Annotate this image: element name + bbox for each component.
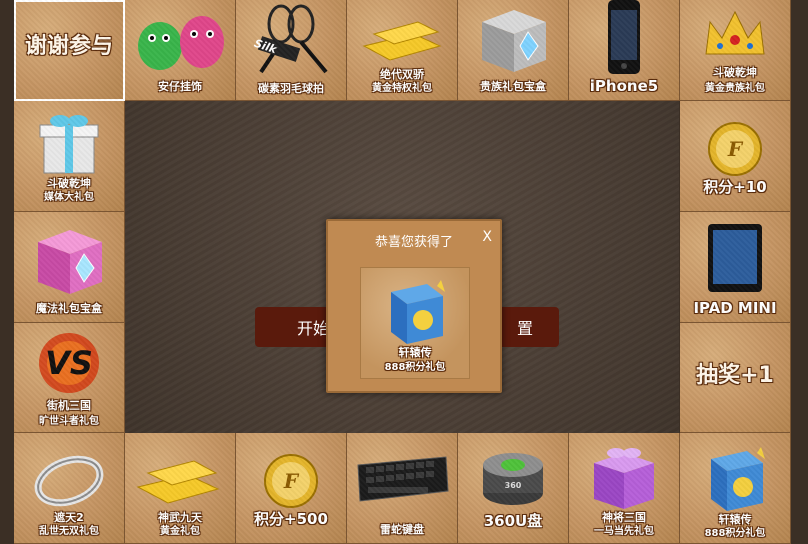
prize-result-dialog: 恭喜您获得了 X 轩辕传 888积分礼包 <box>326 219 502 393</box>
prize-cell-magic-gift-box[interactable]: 魔法礼包宝盒 <box>14 212 125 323</box>
prize-label-line2: 888积分礼包 <box>704 528 766 539</box>
plush-toys-icon <box>130 4 230 74</box>
prize-cell-iphone5[interactable]: iPhone5 <box>569 0 680 101</box>
prize-label: iPhone5 <box>589 77 659 95</box>
prize-label-line1: 街机三国 <box>47 399 91 412</box>
xuanyuan-box-icon <box>377 274 453 346</box>
keyboard-icon <box>354 451 450 507</box>
prize-cell-doupo-media-pack[interactable]: 斗破乾坤 媒体大礼包 <box>14 101 125 212</box>
prize-label: 抽奖+1 <box>696 363 774 388</box>
prize-label-line1: 轩辕传 <box>718 513 752 526</box>
prize-cell-arcade-three-kingdoms[interactable]: VS 街机三国 旷世斗者礼包 <box>14 323 125 433</box>
xuanyuan-box-icon <box>697 441 773 513</box>
prize-cell-razer-keyboard[interactable]: 雷蛇键盘 <box>347 433 458 544</box>
prize-cell-ipad-mini[interactable]: IPAD MINI <box>680 212 791 323</box>
prize-label-line1: 神将三国 <box>602 511 646 524</box>
vs-text: VS <box>45 344 93 382</box>
vs-emblem-icon: VS <box>34 327 104 399</box>
crown-icon <box>700 4 770 62</box>
prize-cell-doupo-gold-pack[interactable]: 斗破乾坤 黄金贵族礼包 <box>680 0 791 101</box>
dialog-title: 恭喜您获得了 <box>374 235 453 250</box>
prize-label: 魔法礼包宝盒 <box>36 302 102 315</box>
prize-cell-noble-gift-box[interactable]: 贵族礼包宝盒 <box>458 0 569 101</box>
silver-bracelet-icon <box>29 443 109 513</box>
prize-label-line1: 神武九天 <box>158 511 202 524</box>
usb-brand-text: 360 <box>504 481 522 490</box>
prize-cell-anzai-charm[interactable]: 安仔挂饰 <box>125 0 236 101</box>
prize-label-line1: 斗破乾坤 <box>713 66 757 79</box>
prize-cell-zhetian2[interactable]: 遮天2 乱世无双礼包 <box>14 433 125 544</box>
prize-label: IPAD MINI <box>693 299 777 317</box>
gold-bars-icon <box>354 6 450 66</box>
iphone-icon <box>604 0 644 76</box>
coin-letter: F <box>727 137 743 161</box>
prize-cell-badminton-racket[interactable]: Silk 碳素羽毛球拍 <box>236 0 347 101</box>
prize-cell-gold-privilege-pack[interactable]: 绝代双骄 黄金特权礼包 <box>347 0 458 101</box>
prize-cell-shenwu-gold-pack[interactable]: 神武九天 黄金礼包 <box>125 433 236 544</box>
prize-cell-points-500[interactable]: F 积分+500 <box>236 433 347 544</box>
prize-cell-draw-plus-1[interactable]: 抽奖+1 <box>680 323 791 433</box>
prize-label: 安仔挂饰 <box>158 80 202 93</box>
lottery-board: 谢谢参与 安仔挂饰 Silk 碳素羽毛球拍 绝代双骄 黄金特权礼包 贵族礼包宝盒… <box>0 0 808 544</box>
prize-label: 积分+10 <box>703 178 767 196</box>
prize-label: 360U盘 <box>483 512 543 530</box>
pink-gift-box-icon <box>24 220 114 300</box>
coin-letter: F <box>283 469 299 493</box>
gold-coin-icon: F <box>263 453 319 509</box>
prize-label-line2: 黄金贵族礼包 <box>705 83 765 94</box>
ipad-icon <box>706 222 764 294</box>
prize-label: 贵族礼包宝盒 <box>480 80 546 93</box>
gold-coin-icon: F <box>707 121 763 177</box>
silver-gift-box-icon <box>468 2 558 76</box>
prize-label-line2: 黄金礼包 <box>160 526 200 537</box>
prize-label-line2: 旷世斗者礼包 <box>39 416 99 427</box>
purple-gift-box-icon <box>584 443 664 511</box>
gold-bars-icon <box>132 447 228 507</box>
start-button-label: 开始 <box>297 319 330 338</box>
prize-cell-shenjiang-pack[interactable]: 神将三国 一马当先礼包 <box>569 433 680 544</box>
prize-label-line2: 一马当先礼包 <box>594 526 654 537</box>
prize-label-line2: 黄金特权礼包 <box>372 83 432 94</box>
prize-cell-thanks[interactable]: 谢谢参与 <box>14 0 125 101</box>
prize-label-line1: 遮天2 <box>54 511 84 524</box>
prize-label-line1: 绝代双骄 <box>380 68 424 81</box>
usb-drive-icon: 360 <box>478 445 548 509</box>
prize-label-line2: 媒体大礼包 <box>44 192 94 203</box>
prize-label: 积分+500 <box>254 510 328 528</box>
prize-label-line2: 乱世无双礼包 <box>39 526 99 537</box>
prize-label-line1: 斗破乾坤 <box>47 177 91 190</box>
won-prize-line1: 轩辕传 <box>398 346 432 359</box>
won-prize-card: 轩辕传 888积分礼包 <box>360 267 470 379</box>
prize-label: 雷蛇键盘 <box>380 523 424 536</box>
prize-label: 谢谢参与 <box>24 34 113 59</box>
prize-cell-360-usb[interactable]: 360 360U盘 <box>458 433 569 544</box>
gift-box-icon <box>34 107 104 177</box>
start-button-label-right: 置 <box>516 319 533 338</box>
prize-cell-points-10[interactable]: F 积分+10 <box>680 101 791 212</box>
prize-cell-xuanyuan-888[interactable]: 轩辕传 888积分礼包 <box>680 433 791 544</box>
close-icon[interactable]: X <box>482 229 492 245</box>
won-prize-line2: 888积分礼包 <box>384 362 446 373</box>
prize-label: 碳素羽毛球拍 <box>258 82 324 95</box>
